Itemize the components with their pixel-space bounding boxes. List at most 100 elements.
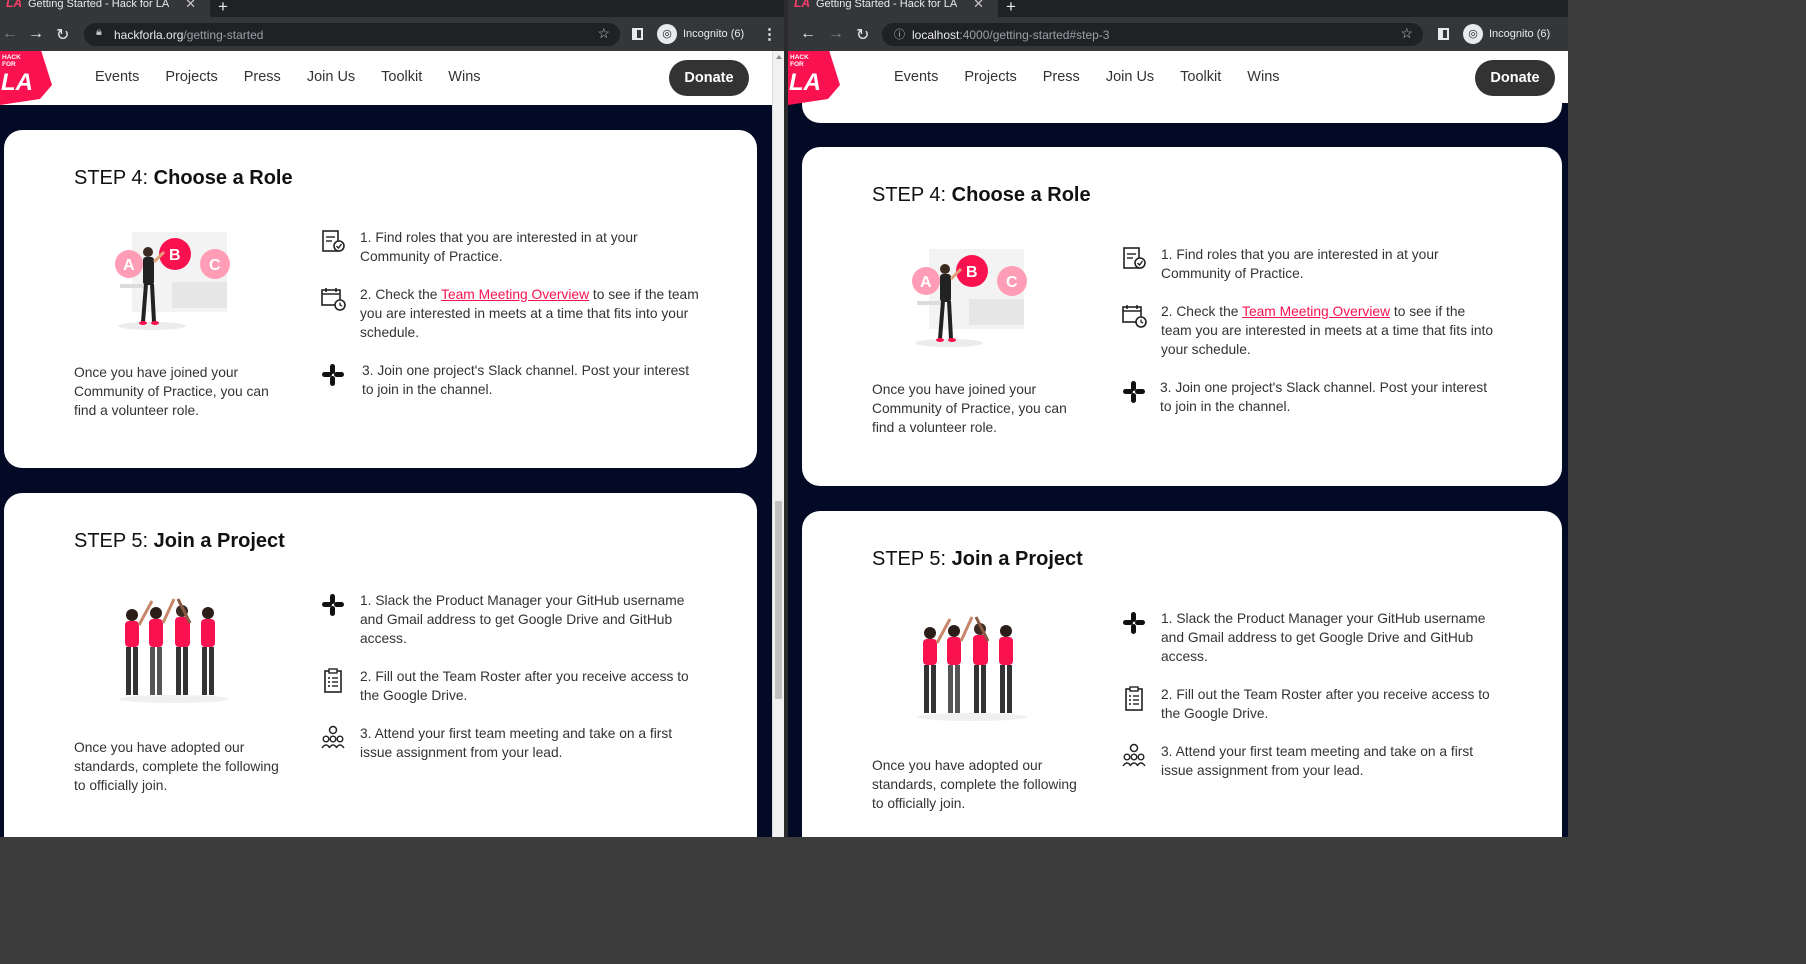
side-panel-icon[interactable] xyxy=(632,28,643,40)
address-bar[interactable]: ⓘ localhost:4000/getting-started#step-3 … xyxy=(882,23,1423,46)
incognito-indicator[interactable]: ◎ Incognito (6) xyxy=(1463,24,1563,45)
tab-strip: LA Getting Started - Hack for LA ✕ + xyxy=(0,0,784,17)
url-path: /getting-started xyxy=(183,28,264,42)
donate-button[interactable]: Donate xyxy=(1475,60,1555,96)
hack-for-la-logo[interactable]: HACK FOR LA xyxy=(0,51,52,105)
step-4-item-2-before: 2. Check the xyxy=(1161,304,1243,319)
step-4-item-2-text: 2. Check the Team Meeting Overview to se… xyxy=(360,285,699,342)
donate-button[interactable]: Donate xyxy=(669,60,749,96)
main-nav: Events Projects Press Join Us Toolkit Wi… xyxy=(894,69,1306,85)
site-header: HACK FOR LA Events Projects Press Join U… xyxy=(788,51,1568,105)
logo-line-2: FOR xyxy=(2,61,16,68)
main-nav: Events Projects Press Join Us Toolkit Wi… xyxy=(95,69,507,85)
choose-role-illustration: A B C xyxy=(115,232,230,330)
step-4-item-3-text: 3. Join one project's Slack channel. Pos… xyxy=(362,363,690,397)
step-4-item-2-text: 2. Check the Team Meeting Overview to se… xyxy=(1161,302,1496,359)
step-5-prefix: STEP 5: xyxy=(872,548,952,570)
calendar-clock-icon xyxy=(321,288,346,311)
clipboard-list-icon xyxy=(324,668,342,693)
nav-press[interactable]: Press xyxy=(1043,69,1080,85)
side-panel-icon[interactable] xyxy=(1438,28,1449,40)
nav-projects[interactable]: Projects xyxy=(964,69,1016,85)
nav-press[interactable]: Press xyxy=(244,69,281,85)
close-tab-icon[interactable]: ✕ xyxy=(185,0,196,10)
browser-tab[interactable]: LA Getting Started - Hack for LA ✕ xyxy=(0,0,210,17)
nav-events[interactable]: Events xyxy=(894,69,938,85)
bookmark-star-icon[interactable]: ☆ xyxy=(597,25,610,42)
nav-events[interactable]: Events xyxy=(95,69,139,85)
page-viewport: HACK FOR LA Events Projects Press Join U… xyxy=(788,51,1568,837)
step-5-card: STEP 5: Join a Project Once you have ado… xyxy=(802,511,1562,837)
url-text[interactable]: hackforla.org/getting-started xyxy=(114,28,263,42)
role-letter-b: B xyxy=(966,264,978,281)
role-letter-b: B xyxy=(169,247,181,264)
incognito-label: Incognito (6) xyxy=(683,28,745,40)
step-4-item-1-text: 1. Find roles that you are interested in… xyxy=(360,230,638,264)
nav-toolkit[interactable]: Toolkit xyxy=(1180,69,1221,85)
tab-title: Getting Started - Hack for LA xyxy=(816,0,958,10)
nav-wins[interactable]: Wins xyxy=(1247,69,1279,85)
reload-icon[interactable]: ↻ xyxy=(56,25,69,45)
slack-icon xyxy=(322,594,344,616)
step-5-description: Once you have adopted our standards, com… xyxy=(872,758,1077,811)
step-5-item-3-text: 3. Attend your first team meeting and ta… xyxy=(360,726,673,760)
step-5-prefix: STEP 5: xyxy=(74,530,154,552)
step-4-card: STEP 4: Choose a Role A B C Once you hav… xyxy=(4,130,757,468)
address-bar[interactable]: 🔒︎ hackforla.org/getting-started ☆ xyxy=(84,23,620,46)
nav-wins[interactable]: Wins xyxy=(448,69,480,85)
team-meeting-overview-link[interactable]: Team Meeting Overview xyxy=(441,287,589,302)
tab-strip: LA Getting Started - Hack for LA ✕ + xyxy=(788,0,1568,17)
step-4-prefix: STEP 4: xyxy=(74,167,154,189)
browser-tab[interactable]: LA Getting Started - Hack for LA ✕ xyxy=(788,0,998,17)
step-4-heading: STEP 4: Choose a Role xyxy=(74,167,293,190)
step-4-item-2-before: 2. Check the xyxy=(360,287,442,302)
nav-projects[interactable]: Projects xyxy=(165,69,217,85)
logo-line-1: HACK xyxy=(790,54,809,61)
incognito-label: Incognito (6) xyxy=(1489,28,1551,40)
page-viewport: HACK FOR LA Events Projects Press Join U… xyxy=(0,51,784,837)
step-4-title: Choose a Role xyxy=(153,167,293,189)
step-5-item-2-text: 2. Fill out the Team Roster after you re… xyxy=(360,669,689,703)
role-letter-c: C xyxy=(1006,274,1018,291)
forward-icon[interactable]: → xyxy=(828,25,844,43)
step-4-description: Once you have joined your Community of P… xyxy=(74,365,269,418)
back-icon[interactable]: ← xyxy=(2,25,18,43)
slack-icon xyxy=(1123,612,1145,634)
close-tab-icon[interactable]: ✕ xyxy=(973,0,984,10)
new-tab-icon[interactable]: + xyxy=(1006,0,1016,17)
hack-for-la-logo[interactable]: HACK FOR LA xyxy=(788,51,840,105)
browser-toolbar: ← → ↻ ⓘ localhost:4000/getting-started#s… xyxy=(788,17,1568,51)
nav-join-us[interactable]: Join Us xyxy=(1106,69,1154,85)
bookmark-star-icon[interactable]: ☆ xyxy=(1400,25,1413,42)
calendar-clock-icon xyxy=(1122,305,1147,328)
scrollbar-thumb[interactable] xyxy=(775,501,782,699)
logo-line-3: LA xyxy=(1,69,33,96)
new-tab-icon[interactable]: + xyxy=(218,0,228,17)
step-5-card: STEP 5: Join a Project Once you have ado… xyxy=(4,493,757,837)
step-5-item-2-text: 2. Fill out the Team Roster after you re… xyxy=(1161,687,1490,721)
menu-icon[interactable]: ⋮ xyxy=(762,25,777,43)
slack-icon xyxy=(1123,381,1145,403)
back-icon[interactable]: ← xyxy=(800,25,816,43)
join-project-illustration xyxy=(917,616,1027,721)
step-4-prefix: STEP 4: xyxy=(872,184,952,206)
nav-toolkit[interactable]: Toolkit xyxy=(381,69,422,85)
site-header: HACK FOR LA Events Projects Press Join U… xyxy=(0,51,772,105)
team-meeting-icon xyxy=(321,725,345,749)
role-letter-c: C xyxy=(209,257,221,274)
nav-join-us[interactable]: Join Us xyxy=(307,69,355,85)
incognito-indicator[interactable]: ◎ Incognito (6) xyxy=(657,24,757,45)
page-scrollbar[interactable] xyxy=(772,51,784,837)
logo-line-3: LA xyxy=(789,69,821,96)
url-path: :4000/getting-started#step-3 xyxy=(959,28,1110,42)
forward-icon[interactable]: → xyxy=(28,25,44,43)
url-text[interactable]: localhost:4000/getting-started#step-3 xyxy=(912,28,1109,42)
logo-line-1: HACK xyxy=(2,54,21,61)
step-4-heading: STEP 4: Choose a Role xyxy=(872,184,1091,207)
team-meeting-overview-link[interactable]: Team Meeting Overview xyxy=(1242,304,1390,319)
logo-line-2: FOR xyxy=(790,61,804,68)
scroll-up-icon[interactable] xyxy=(776,55,782,59)
team-meeting-icon xyxy=(1122,743,1146,767)
step-5-item-1-text: 1. Slack the Product Manager your GitHub… xyxy=(1161,611,1486,664)
reload-icon[interactable]: ↻ xyxy=(856,25,869,45)
